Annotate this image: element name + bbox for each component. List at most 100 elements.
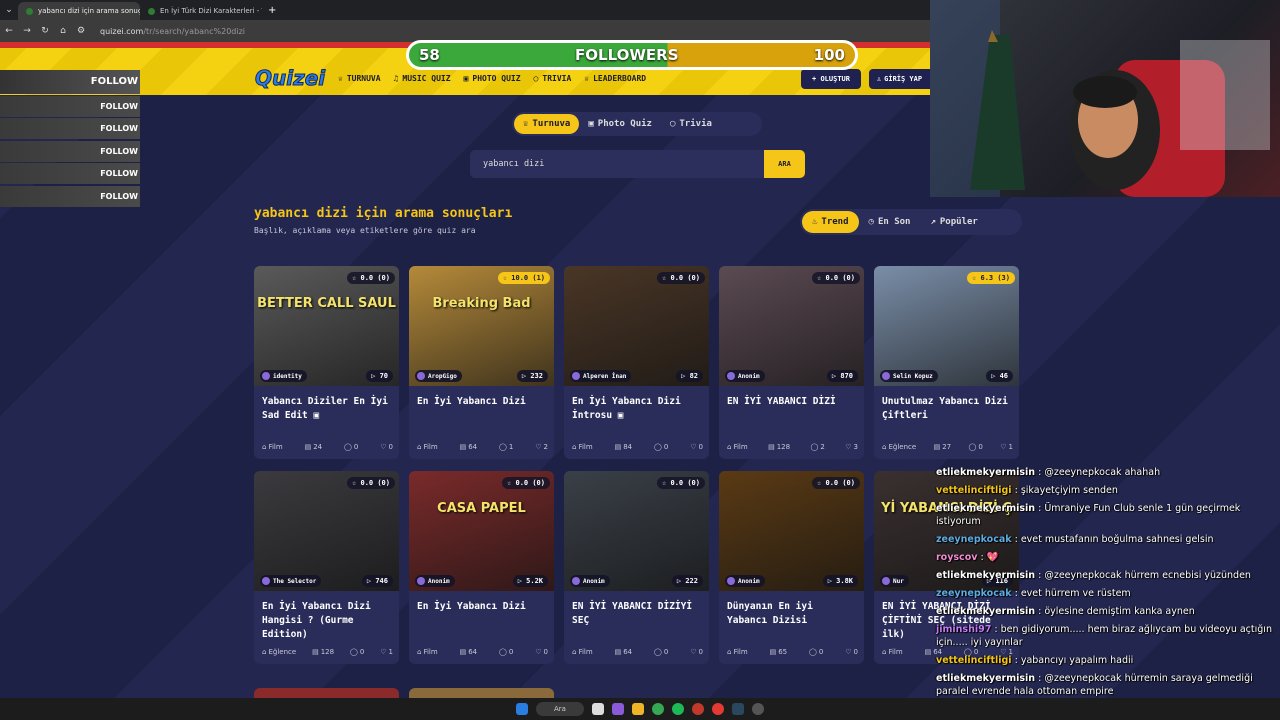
nav-photo-quiz[interactable]: ▣ PHOTO QUIZ [464,74,521,83]
like-count-value: 3 [853,443,858,451]
quiz-card[interactable]: ☆ 0.0 (0) Alperen İnan ▷ 82 En İyi Yaban… [564,266,709,459]
quiz-thumbnail[interactable]: BETTER CALL SAUL ☆ 0.0 (0) identity ▷ 70 [254,266,399,386]
category-label: Eğlence [888,443,917,451]
author-badge[interactable]: AropGigo [415,370,462,382]
site-info-icon[interactable]: ⚙ [72,26,90,36]
login-button[interactable]: ♙ GİRİŞ YAP [869,69,930,89]
back-icon[interactable]: ← [0,26,18,36]
author-badge[interactable]: Anonim [725,575,765,587]
quiz-thumbnail[interactable]: ☆ 0.0 (0) The Selector ▷ 746 [254,471,399,591]
app-icon[interactable] [752,703,764,715]
nav-turnuva[interactable]: ♕ TURNUVA [338,74,381,83]
taskbar-search[interactable]: Ara [536,702,584,716]
opera-icon[interactable] [712,703,724,715]
author-badge[interactable]: The Selector [260,575,322,587]
quiz-thumbnail[interactable]: Breaking Bad ☆ 10.0 (1) AropGigo ▷ 232 [409,266,554,386]
chat-message: zeeynepkocak : evet hürrem ve rüstem [936,588,1131,599]
quiz-title[interactable]: En İyi Yabancı Dizi İntrosu ▣ [564,386,709,430]
quiz-card[interactable]: ☆ 0.0 (0) Anonim ▷ 3.8K Dünyanın En iyi … [719,471,864,664]
tab-turnuva[interactable]: ♕ Turnuva [514,114,580,134]
heart-icon: ♡ [380,443,387,451]
like-count[interactable]: ♡ 3 [845,443,858,451]
url-field[interactable]: quizei.com/tr/search/yabanc%20dizi [100,27,245,36]
quiz-title[interactable]: Unutulmaz Yabancı Dizi Çiftleri [874,386,1019,430]
quiz-title[interactable]: Yabancı Diziler En İyi Sad Edit ▣ [254,386,399,430]
author-badge[interactable]: Anonim [415,575,455,587]
category: ⌂ Film [262,443,283,451]
author-badge[interactable]: Selin Kopuz [880,370,938,382]
quiz-title[interactable]: EN İYİ YABANCI DİZİYİ SEÇ [564,591,709,635]
sort-latest[interactable]: ◷ En Son [859,211,921,233]
quiz-card[interactable]: ☆ 0.0 (0) Anonim ▷ 870 EN İYİ YABANCI Dİ… [719,266,864,459]
like-count-value: 0 [853,648,858,656]
tab-photo-quiz[interactable]: ▣ Photo Quiz [579,114,661,134]
quiz-title[interactable]: Dünyanın En iyi Yabancı Dizisi [719,591,864,635]
chat-text: 💖 [986,552,999,563]
copilot-icon[interactable] [612,703,624,715]
quiz-thumbnail[interactable]: ☆ 0.0 (0) Anonim ▷ 870 [719,266,864,386]
chrome-icon[interactable] [652,703,664,715]
tab-tier-list[interactable]: En İyi Türk Dizi Karakterleri - Tier ✕ [140,2,262,20]
reload-icon[interactable]: ↻ [36,26,54,36]
quiz-thumbnail[interactable]: ☆ 0.0 (0) Anonim ▷ 3.8K [719,471,864,591]
chat-message: etliekmekyermisin : Ümraniye Fun Club se… [936,503,1241,527]
file-explorer-icon[interactable] [632,703,644,715]
quiz-thumbnail[interactable]: ☆ 6.3 (3) Selin Kopuz ▷ 46 [874,266,1019,386]
sort-trend[interactable]: ♨ Trend [802,211,859,233]
quiz-title[interactable]: En İyi Yabancı Dizi [409,386,554,430]
spotify-icon[interactable] [672,703,684,715]
quiz-card[interactable]: CASA PAPEL ☆ 0.0 (0) Anonim ▷ 5.2K En İy… [409,471,554,664]
author-badge[interactable]: Alperen İnan [570,370,632,382]
question-count: ▤ 64 [615,648,633,656]
sort-label: Popüler [939,217,978,227]
like-count[interactable]: ♡ 0 [845,648,858,656]
tab-trivia[interactable]: ◯ Trivia [661,114,721,134]
media-player-icon[interactable] [692,703,704,715]
question-count-value: 65 [778,648,788,656]
task-view-icon[interactable] [592,703,604,715]
like-count[interactable]: ♡ 0 [690,443,703,451]
site-logo[interactable]: Quizei [254,66,325,91]
nav-leaderboard[interactable]: ♕ LEADERBOARD [584,74,646,83]
nav-trivia[interactable]: ◯ TRIVIA [534,74,572,83]
quiz-card[interactable]: ☆ 0.0 (0) The Selector ▷ 746 En İyi Yaba… [254,471,399,664]
quiz-thumbnail[interactable]: CASA PAPEL ☆ 0.0 (0) Anonim ▷ 5.2K [409,471,554,591]
home-icon[interactable]: ⌂ [54,26,72,36]
like-count[interactable]: ♡ 2 [535,443,548,451]
quiz-thumbnail[interactable]: ☆ 0.0 (0) Anonim ▷ 222 [564,471,709,591]
quiz-card[interactable]: ☆ 0.0 (0) Anonim ▷ 222 EN İYİ YABANCI Dİ… [564,471,709,664]
like-count[interactable]: ♡ 1 [1000,443,1013,451]
avatar [417,577,425,585]
quiz-card[interactable]: Breaking Bad ☆ 10.0 (1) AropGigo ▷ 232 E… [409,266,554,459]
quiz-card[interactable]: BETTER CALL SAUL ☆ 0.0 (0) identity ▷ 70… [254,266,399,459]
quiz-title[interactable]: En İyi Yabancı Dizi [409,591,554,635]
create-button[interactable]: + OLUŞTUR [801,69,861,89]
quiz-title[interactable]: En İyi Yabancı Dizi Hangisi ? (Gurme Edi… [254,591,399,640]
tab-search-results[interactable]: yabancı dizi için arama sonuçla ✕ [18,2,140,20]
author-badge[interactable]: Anonim [725,370,765,382]
chat-text: evet hürrem ve rüstem [1020,588,1131,599]
author-badge[interactable]: Nur [880,575,909,587]
results-title: yabancı dizi için arama sonuçları [254,206,513,221]
like-count[interactable]: ♡ 1 [380,648,393,656]
quiz-thumbnail[interactable]: ☆ 0.0 (0) Alperen İnan ▷ 82 [564,266,709,386]
avatar [572,372,580,380]
sort-popular[interactable]: ↗ Popüler [920,211,987,233]
search-button[interactable]: ARA [764,150,805,178]
author-name: Anonim [428,577,450,585]
author-badge[interactable]: Anonim [570,575,610,587]
windows-start-icon[interactable] [516,703,528,715]
chat-username: etliekmekyermisin [936,570,1036,581]
nav-music-quiz[interactable]: ♫ MUSIC QUIZ [394,74,451,83]
quiz-card[interactable]: ☆ 6.3 (3) Selin Kopuz ▷ 46 Unutulmaz Yab… [874,266,1019,459]
search-input[interactable]: yabancı dizi [470,150,764,178]
like-count[interactable]: ♡ 0 [380,443,393,451]
steam-icon[interactable] [732,703,744,715]
quiz-title[interactable]: EN İYİ YABANCI DİZİ [719,386,864,430]
forward-icon[interactable]: → [18,26,36,36]
like-count[interactable]: ♡ 0 [690,648,703,656]
author-badge[interactable]: identity [260,370,307,382]
like-count[interactable]: ♡ 0 [535,648,548,656]
new-tab-button[interactable]: + [262,5,282,16]
tab-list-icon[interactable]: ⌄ [0,5,18,15]
